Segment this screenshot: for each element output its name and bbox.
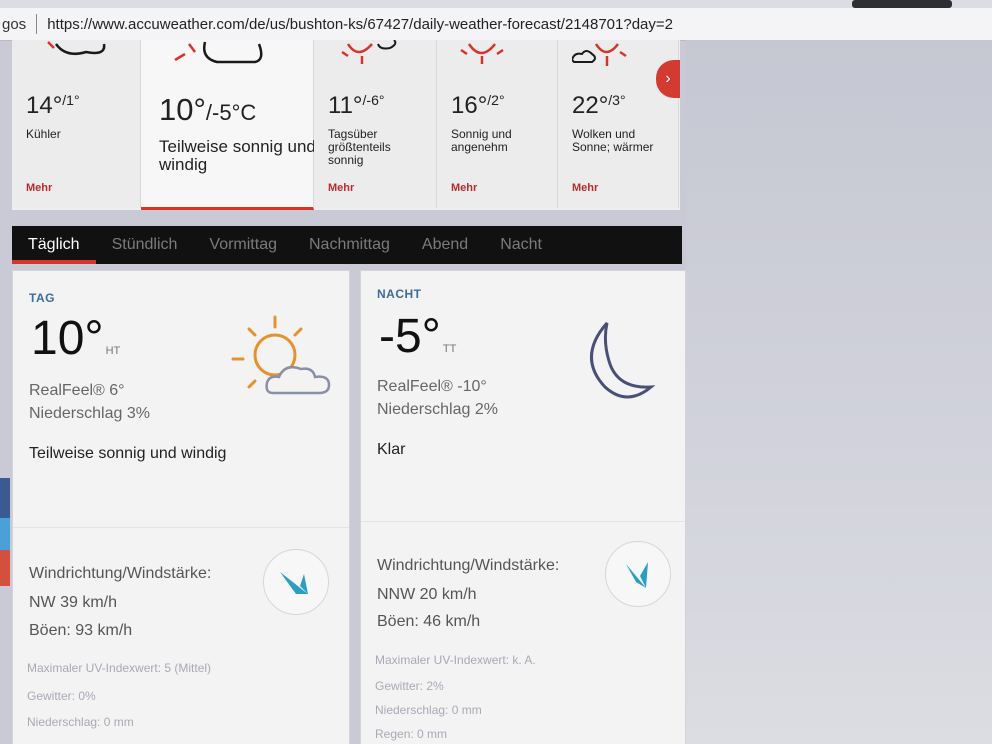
day-temp: 22°/3° — [572, 92, 626, 119]
browser-tab[interactable] — [852, 0, 952, 8]
wind-compass — [605, 541, 671, 607]
wind-value: NW 39 km/h — [29, 594, 118, 611]
day-desc: Teilweise sonnig und windig — [159, 137, 316, 174]
day-desc: Kühler — [26, 127, 61, 141]
panel-label: TAG — [29, 291, 55, 305]
page: gos https://www.accuweather.com/de/us/bu… — [0, 0, 992, 744]
google-share-icon[interactable] — [0, 550, 10, 586]
tab-hourly[interactable]: Stündlich — [96, 226, 194, 264]
right-background — [686, 40, 992, 744]
day-temp: 16°/2° — [451, 92, 505, 119]
twitter-share-icon[interactable] — [0, 518, 10, 550]
day-card[interactable]: 16°/2° Sonnig und angenehm Mehr — [437, 40, 558, 208]
uv-index: Maximaler UV-Indexwert: 5 (Mittel) — [27, 661, 212, 675]
day-desc: Sonnig und angenehm — [451, 127, 512, 154]
day-temp: 14°/1° — [26, 92, 80, 119]
day-desc: Tagsüber größtenteils sonnig — [328, 127, 391, 167]
partly-sunny-windy-icon — [174, 41, 263, 64]
more-link[interactable]: Mehr — [572, 182, 598, 194]
panel-divider — [13, 527, 349, 528]
day-card[interactable]: 11°/-6° Tagsüber größtenteils sonnig Meh… — [314, 40, 437, 208]
more-link[interactable]: Mehr — [26, 182, 52, 194]
gust-value: Böen: 93 km/h — [29, 622, 133, 639]
rain-amount: Regen: 0 mm — [375, 727, 448, 741]
day-desc: Wolken und Sonne; wärmer — [572, 127, 654, 154]
wind-label: Windrichtung/Windstärke: — [377, 557, 560, 574]
facebook-share-icon[interactable] — [0, 478, 10, 518]
more-link[interactable]: Mehr — [328, 182, 354, 194]
wind-arrow-icon — [280, 572, 308, 594]
thunderstorm-prob: Gewitter: 0% — [27, 689, 96, 703]
uv-index: Maximaler UV-Indexwert: k. A. — [375, 653, 536, 667]
sunny-icon — [460, 43, 504, 64]
realfeel-and-precip: RealFeel® -10° Niederschlag 2% — [377, 375, 498, 421]
wind-arrow-icon — [626, 562, 648, 588]
night-panel: NACHT -5° TT RealFeel® -10° Niederschlag … — [360, 270, 686, 744]
big-temp: -5° TT — [379, 310, 457, 363]
clouds-and-sun-icon — [572, 43, 627, 66]
panel-label: NACHT — [377, 287, 422, 301]
url-text[interactable]: https://www.accuweather.com/de/us/bushto… — [47, 16, 673, 33]
mostly-sunny-icon — [341, 40, 397, 64]
browser-tabstrip — [0, 0, 992, 8]
forecast-tabs: Täglich Stündlich Vormittag Nachmittag A… — [12, 226, 682, 264]
day-temp: 11°/-6° — [328, 92, 385, 119]
realfeel-value: RealFeel® -10° — [377, 378, 487, 395]
thunderstorm-prob: Gewitter: 2% — [375, 679, 444, 693]
share-sidebar — [0, 478, 10, 588]
forecast-phrase: Teilweise sonnig und windig — [29, 445, 227, 462]
day-card-selected[interactable]: 10°/-5°C Teilweise sonnig und windig — [141, 40, 316, 210]
partly-sunny-icon — [231, 315, 331, 395]
more-link[interactable]: Mehr — [451, 182, 477, 194]
realfeel-value: RealFeel® 6° — [29, 382, 125, 399]
panel-divider — [361, 521, 685, 522]
tab-evening[interactable]: Abend — [406, 226, 484, 264]
wind-value: NNW 20 km/h — [377, 586, 477, 603]
chevron-right-icon: › — [665, 70, 671, 87]
big-temp: 10° HT — [31, 312, 121, 365]
precip-amount: Niederschlag: 0 mm — [375, 703, 482, 717]
day-panel: TAG 10° HT RealFeel® 6° Niederschlag 3% T… — [12, 270, 350, 744]
day-card[interactable]: 14°/1° Kühler Mehr — [12, 40, 141, 208]
cloudy-icon — [47, 41, 106, 55]
tab-fragment: gos — [2, 15, 27, 33]
gust-value: Böen: 46 km/h — [377, 613, 481, 630]
precip-value: Niederschlag 3% — [29, 405, 150, 422]
precip-amount: Niederschlag: 0 mm — [27, 715, 134, 729]
address-bar[interactable]: gos https://www.accuweather.com/de/us/bu… — [0, 8, 992, 41]
tab-morning[interactable]: Vormittag — [193, 226, 293, 264]
forecast-phrase: Klar — [377, 441, 406, 458]
tab-daily[interactable]: Täglich — [12, 226, 96, 264]
tab-afternoon[interactable]: Nachmittag — [293, 226, 406, 264]
moon-icon — [590, 322, 656, 399]
address-divider — [36, 14, 38, 34]
tab-night[interactable]: Nacht — [484, 226, 558, 264]
day-temp: 10°/-5°C — [159, 92, 257, 127]
wind-compass — [263, 549, 329, 615]
precip-value: Niederschlag 2% — [377, 401, 498, 418]
day-cards-row: 14°/1° Kühler Mehr 10°/-5°C Teilweise so… — [12, 40, 680, 210]
wind-label: Windrichtung/Windstärke: — [29, 565, 212, 582]
realfeel-and-precip: RealFeel® 6° Niederschlag 3% — [29, 379, 150, 425]
